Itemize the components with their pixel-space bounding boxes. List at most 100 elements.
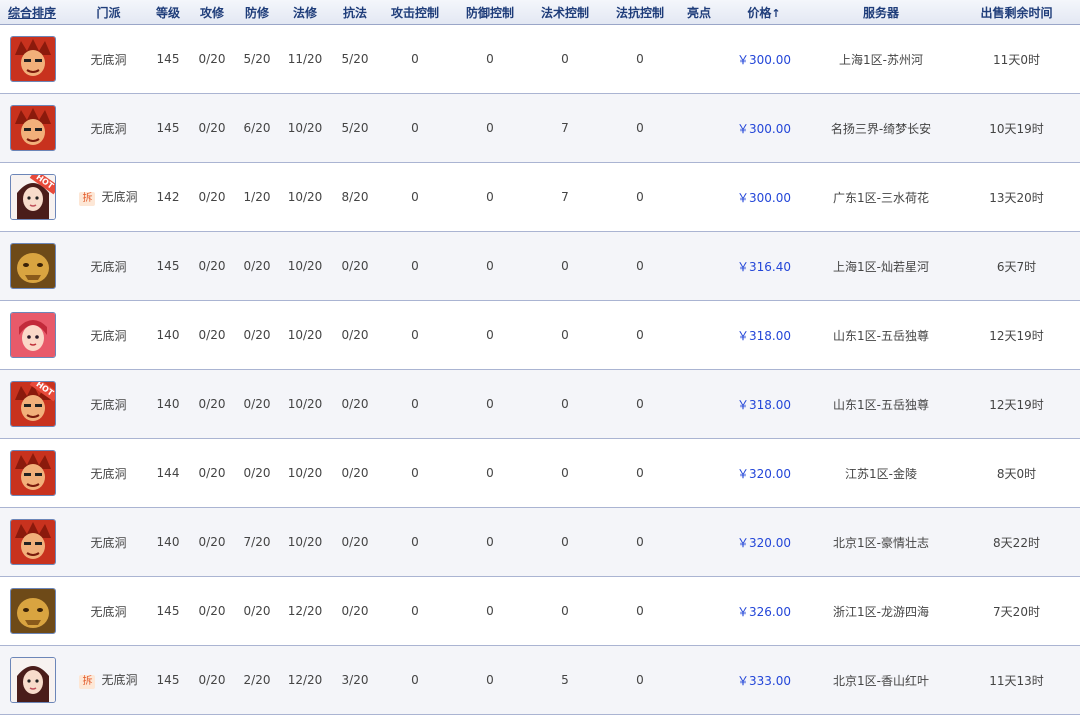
time-left-cell: 11天0时 (993, 52, 1040, 67)
atk-cell: 0/20 (198, 121, 226, 135)
school-label: 无底洞 (90, 328, 127, 343)
header-res-ctrl[interactable]: 法抗控制 (601, 0, 679, 25)
school-cell: 拆无底洞 (70, 646, 147, 715)
table-row[interactable]: 无底洞 145 0/20 0/20 12/20 0/20 0 0 0 0 ￥326.00 浙江1区-龙… (0, 576, 1080, 646)
def-ctrl-cell: 0 (486, 397, 494, 411)
res-cell: 0/20 (341, 604, 369, 618)
price-cell[interactable]: ￥300.00 (719, 25, 809, 94)
header-res[interactable]: 抗法 (331, 0, 379, 25)
time-left-cell: 8天22时 (993, 535, 1040, 550)
def-ctrl-cell: 0 (486, 190, 494, 204)
table-row[interactable]: 拆无底洞 145 0/20 2/20 12/20 3/20 0 0 5 0 ￥333.00 北京1区-… (0, 645, 1080, 715)
def-ctrl-cell: 0 (486, 121, 494, 135)
price-cell[interactable]: ￥318.00 (719, 301, 809, 370)
red-demon-avatar[interactable]: HOT (10, 381, 56, 427)
atk-cell: 0/20 (198, 466, 226, 480)
price-cell[interactable]: ￥326.00 (719, 577, 809, 646)
atk-ctrl-cell: 0 (411, 259, 419, 273)
highlight-cell (679, 301, 719, 370)
header-rank[interactable]: 综合排序 (0, 0, 70, 25)
red-demon-avatar[interactable] (10, 450, 56, 496)
res-ctrl-cell: 0 (636, 259, 644, 273)
header-def[interactable]: 防修 (235, 0, 279, 25)
level-cell: 145 (156, 673, 180, 687)
school-cell: 拆无底洞 (70, 163, 147, 232)
price-cell[interactable]: ￥318.00 (719, 370, 809, 439)
price-cell[interactable]: ￥300.00 (719, 94, 809, 163)
avatar-cell (0, 25, 70, 94)
atk-cell: 0/20 (198, 604, 226, 618)
price-cell[interactable]: ￥320.00 (719, 439, 809, 508)
res-cell: 8/20 (341, 190, 369, 204)
level-cell: 145 (156, 259, 180, 273)
header-mag-ctrl[interactable]: 法术控制 (529, 0, 601, 25)
res-ctrl-cell: 0 (636, 604, 644, 618)
def-cell: 0/20 (243, 328, 271, 342)
table-row[interactable]: HOT 无底洞 140 0/20 0/20 10/20 0/20 0 0 0 0 ￥318.00 山东1… (0, 369, 1080, 439)
mag-cell: 10/20 (287, 535, 323, 549)
price-cell[interactable]: ￥316.40 (719, 232, 809, 301)
table-row[interactable]: 无底洞 145 0/20 6/20 10/20 5/20 0 0 7 0 ￥300.00 名扬三界-绮… (0, 93, 1080, 163)
atk-ctrl-cell: 0 (411, 121, 419, 135)
level-cell: 140 (156, 535, 180, 549)
golden-beast-avatar[interactable] (10, 588, 56, 634)
server-cell: 广东1区-三水荷花 (833, 190, 929, 205)
def-ctrl-cell: 0 (486, 535, 494, 549)
golden-beast-avatar[interactable] (10, 243, 56, 289)
price-cell[interactable]: ￥320.00 (719, 508, 809, 577)
school-label: 无底洞 (101, 190, 138, 204)
header-price[interactable]: 价格↑ (719, 0, 809, 25)
school-label: 无底洞 (101, 673, 138, 687)
school-cell: 无底洞 (70, 94, 147, 163)
pink-girl-avatar[interactable] (10, 312, 56, 358)
red-demon-avatar[interactable] (10, 36, 56, 82)
atk-ctrl-cell: 0 (411, 190, 419, 204)
red-demon-avatar[interactable] (10, 519, 56, 565)
atk-ctrl-cell: 0 (411, 466, 419, 480)
header-atk-ctrl[interactable]: 攻击控制 (379, 0, 451, 25)
res-cell: 3/20 (341, 673, 369, 687)
time-left-cell: 11天13时 (989, 673, 1044, 688)
header-price-label: 价格 (747, 5, 772, 20)
table-row[interactable]: 无底洞 140 0/20 0/20 10/20 0/20 0 0 0 0 ￥318.00 山东1区-五… (0, 300, 1080, 370)
table-row[interactable]: 无底洞 145 0/20 0/20 10/20 0/20 0 0 0 0 ￥316.40 上海1区-灿… (0, 231, 1080, 301)
mag-cell: 11/20 (287, 52, 323, 66)
table-row[interactable]: 无底洞 145 0/20 5/20 11/20 5/20 0 0 0 0 ￥300.00 上海1区-苏… (0, 24, 1080, 94)
listing-table: 综合排序 门派 等级 攻修 防修 法修 抗法 攻击控制 防御控制 法术控制 法抗… (0, 0, 1080, 715)
red-demon-avatar[interactable] (10, 105, 56, 151)
time-left-cell: 7天20时 (993, 604, 1040, 619)
girl-avatar[interactable] (10, 657, 56, 703)
header-level[interactable]: 等级 (147, 0, 189, 25)
atk-ctrl-cell: 0 (411, 673, 419, 687)
school-label: 无底洞 (90, 397, 127, 412)
server-cell: 山东1区-五岳独尊 (833, 397, 929, 412)
mag-ctrl-cell: 7 (561, 121, 569, 135)
avatar-cell (0, 94, 70, 163)
table-row[interactable]: HOT 拆无底洞 142 0/20 1/20 10/20 8/20 0 0 7 0 ￥300.00 广东… (0, 162, 1080, 232)
school-cell: 无底洞 (70, 577, 147, 646)
def-ctrl-cell: 0 (486, 259, 494, 273)
atk-ctrl-cell: 0 (411, 397, 419, 411)
header-def-ctrl[interactable]: 防御控制 (451, 0, 529, 25)
res-cell: 0/20 (341, 397, 369, 411)
sort-up-icon: ↑ (771, 6, 781, 20)
highlight-cell (679, 94, 719, 163)
header-atk[interactable]: 攻修 (189, 0, 235, 25)
avatar-cell: HOT (0, 163, 70, 232)
header-time-left[interactable]: 出售剩余时间 (953, 0, 1080, 25)
girl-avatar[interactable]: HOT (10, 174, 56, 220)
price-cell[interactable]: ￥333.00 (719, 646, 809, 715)
def-cell: 5/20 (243, 52, 271, 66)
price-cell[interactable]: ￥300.00 (719, 163, 809, 232)
highlight-cell (679, 163, 719, 232)
mag-ctrl-cell: 0 (561, 535, 569, 549)
res-ctrl-cell: 0 (636, 673, 644, 687)
table-row[interactable]: 无底洞 140 0/20 7/20 10/20 0/20 0 0 0 0 ￥320.00 北京1区-豪… (0, 507, 1080, 577)
table-row[interactable]: 无底洞 144 0/20 0/20 10/20 0/20 0 0 0 0 ￥320.00 江苏1区-金… (0, 438, 1080, 508)
def-cell: 0/20 (243, 604, 271, 618)
header-mag[interactable]: 法修 (279, 0, 331, 25)
atk-ctrl-cell: 0 (411, 535, 419, 549)
def-ctrl-cell: 0 (486, 328, 494, 342)
res-cell: 5/20 (341, 121, 369, 135)
highlight-cell (679, 646, 719, 715)
